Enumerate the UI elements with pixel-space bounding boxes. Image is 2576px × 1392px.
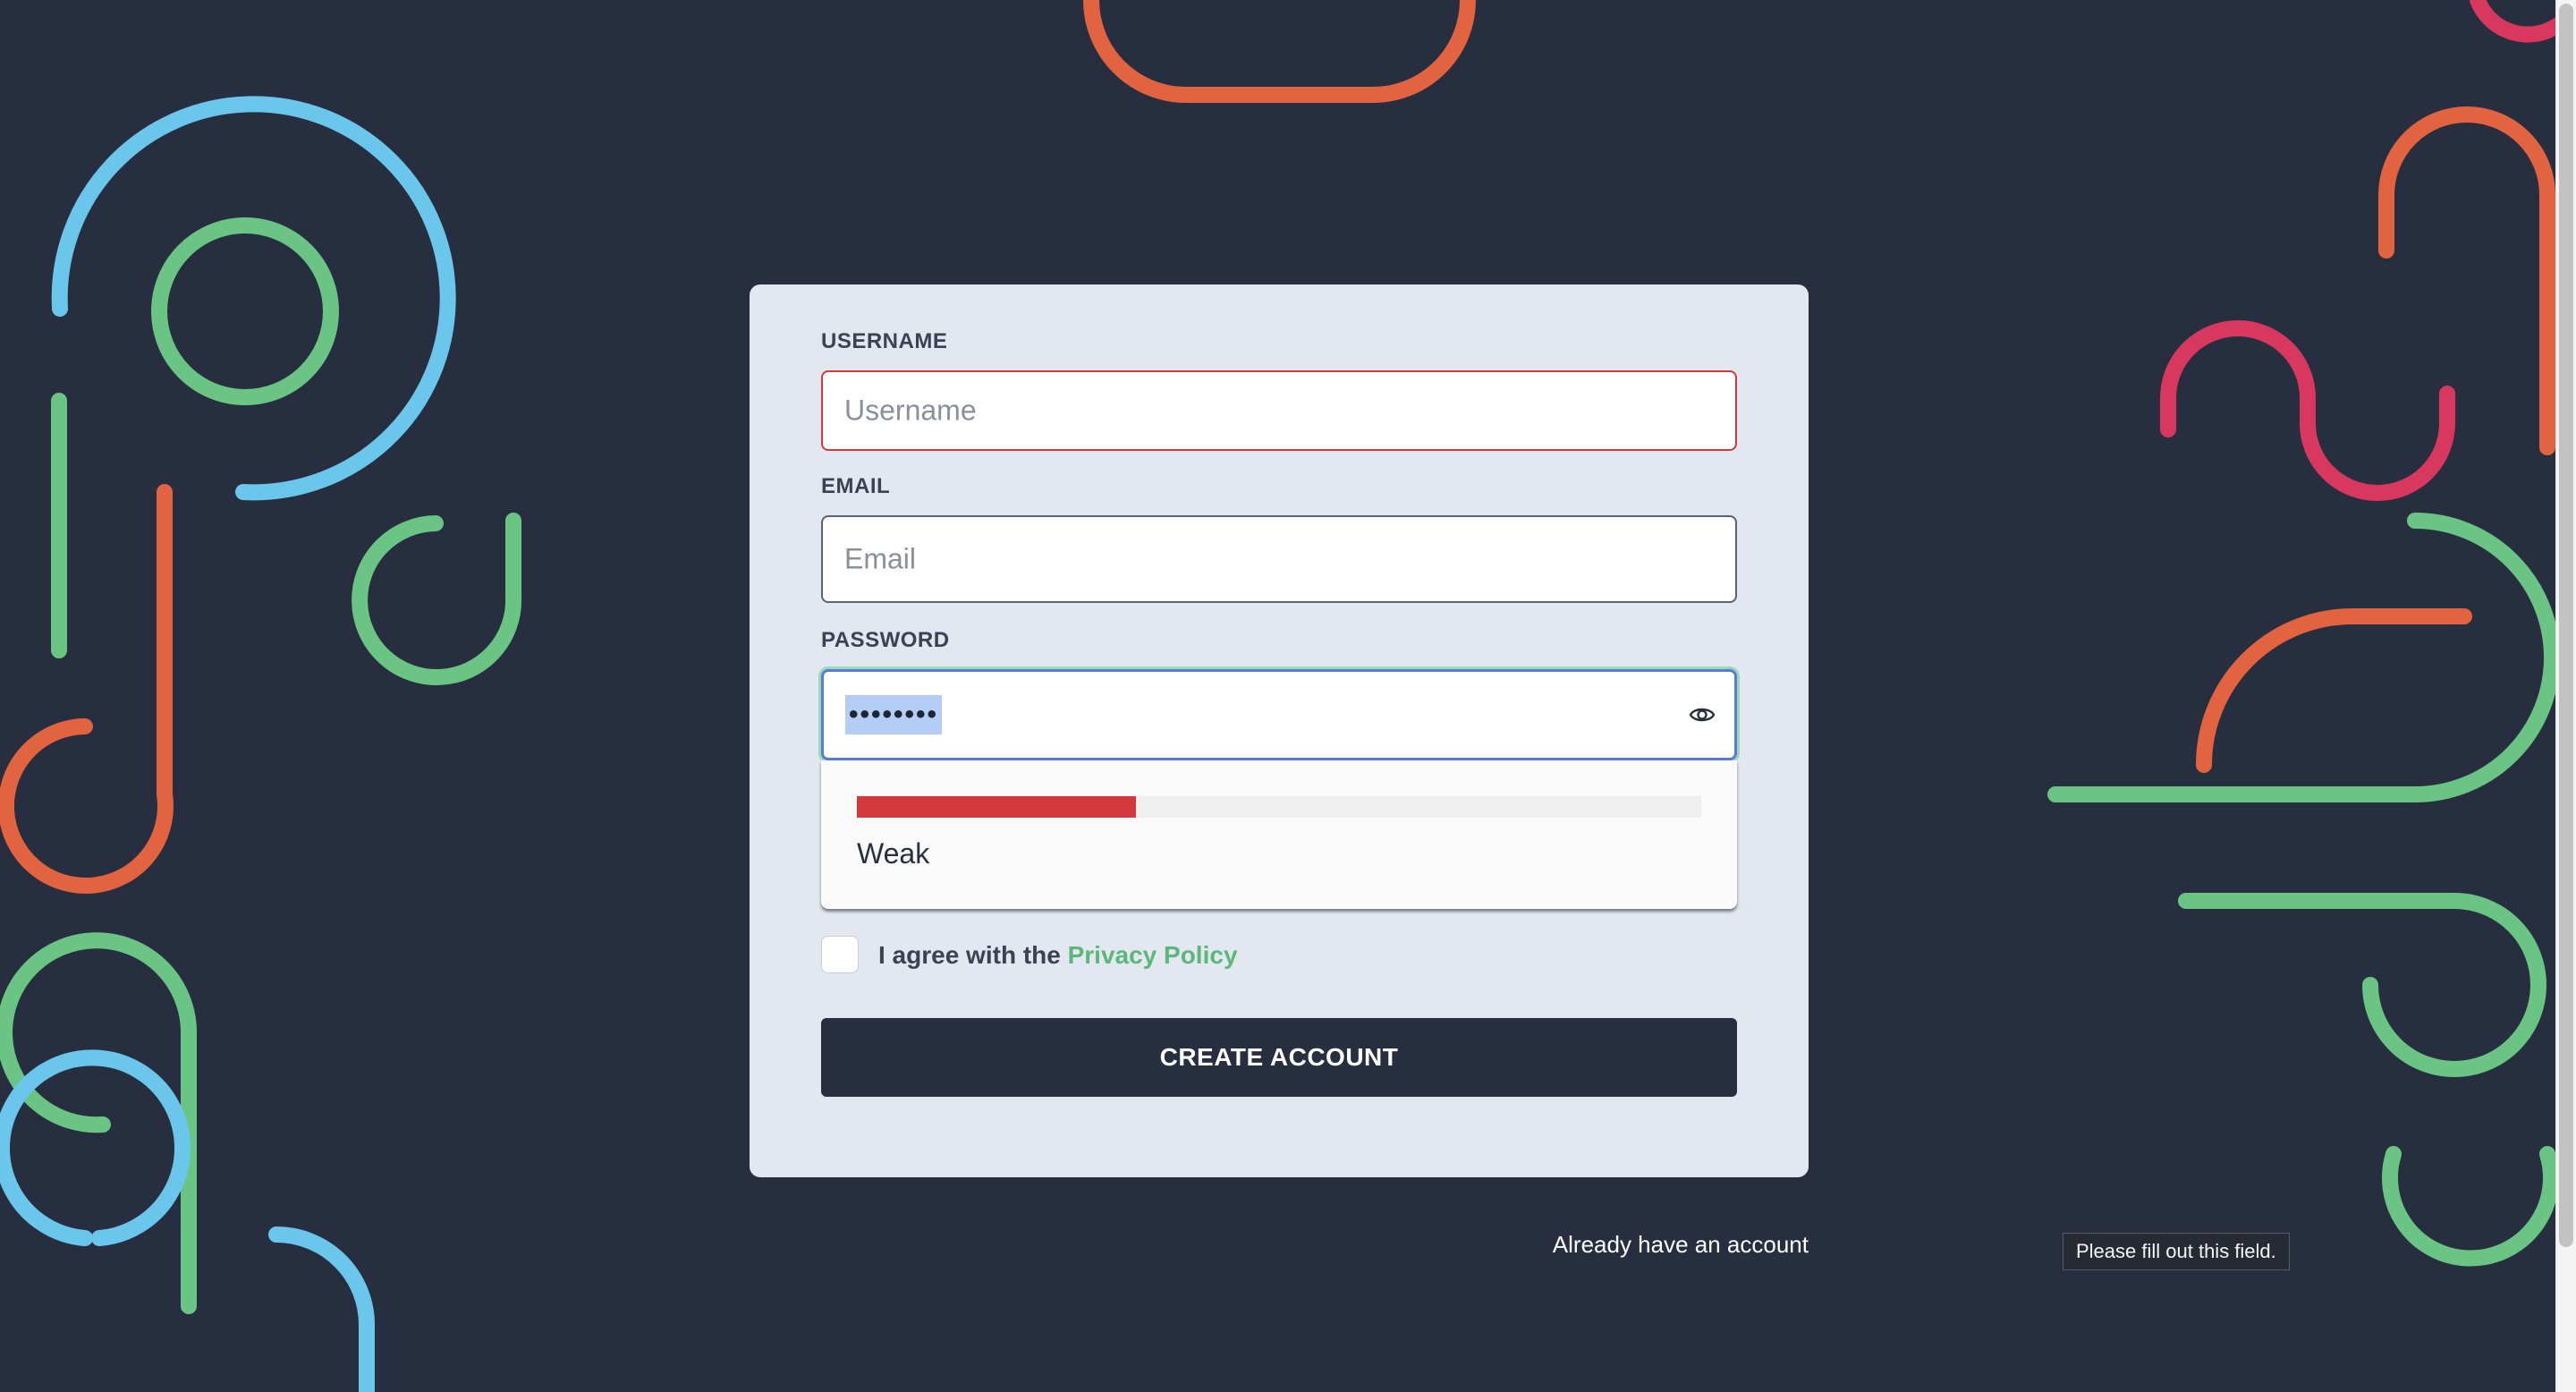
- eye-icon[interactable]: [1688, 700, 1716, 729]
- strength-meter: [857, 796, 1701, 818]
- decor-red-arc-top-right: [2470, 0, 2566, 43]
- validation-tooltip: Please fill out this field.: [2063, 1233, 2290, 1270]
- username-input[interactable]: Username: [821, 370, 1737, 451]
- username-placeholder: Username: [844, 394, 977, 427]
- decor-green-cup: [352, 513, 522, 685]
- privacy-policy-link[interactable]: Privacy Policy: [1068, 941, 1238, 969]
- email-label: EMAIL: [821, 474, 891, 498]
- decor-green-big-arc-right: [2047, 513, 2560, 802]
- decor-orange-hook-left: [0, 484, 174, 894]
- decor-blue-arc-bottom-left: [0, 1049, 191, 1246]
- password-label: PASSWORD: [821, 628, 950, 652]
- signup-page: USERNAME Username EMAIL Email PASSWORD •…: [0, 0, 2576, 1392]
- decor-orange-u-top: [1083, 0, 1476, 103]
- agree-checkbox[interactable]: [821, 936, 859, 973]
- create-account-button[interactable]: CREATE ACCOUNT: [821, 1018, 1737, 1097]
- password-value: ••••••••: [845, 695, 943, 734]
- password-strength-popup: Weak: [821, 760, 1737, 909]
- decor-blue-arc-bottom: [268, 1226, 375, 1392]
- decor-green-hook-lower: [0, 932, 198, 1314]
- strength-label: Weak: [857, 837, 930, 870]
- decor-blue-arc-large: [51, 96, 456, 501]
- decor-orange-quarter-arc: [2196, 608, 2472, 773]
- decor-orange-arch-right: [2378, 106, 2555, 455]
- privacy-agreement: I agree with the Privacy Policy: [821, 934, 1737, 977]
- agree-label: I agree with the: [878, 941, 1061, 969]
- email-input[interactable]: Email: [821, 515, 1737, 603]
- decor-green-ring: [151, 217, 339, 405]
- password-input[interactable]: ••••••••: [821, 669, 1737, 760]
- strength-meter-fill: [857, 796, 1136, 818]
- signup-card: USERNAME Username EMAIL Email PASSWORD •…: [750, 284, 1809, 1177]
- scrollbar[interactable]: [2555, 0, 2576, 1392]
- agree-text: I agree with the Privacy Policy: [878, 941, 1238, 970]
- username-label: USERNAME: [821, 329, 948, 353]
- decor-red-wave: [2160, 320, 2455, 501]
- decor-green-cup-right: [2382, 1146, 2559, 1267]
- decor-green-hook-right: [2178, 893, 2546, 1077]
- scrollbar-thumb[interactable]: [2559, 4, 2573, 1247]
- email-placeholder: Email: [844, 542, 917, 575]
- login-link[interactable]: Already have an account: [1553, 1231, 1809, 1259]
